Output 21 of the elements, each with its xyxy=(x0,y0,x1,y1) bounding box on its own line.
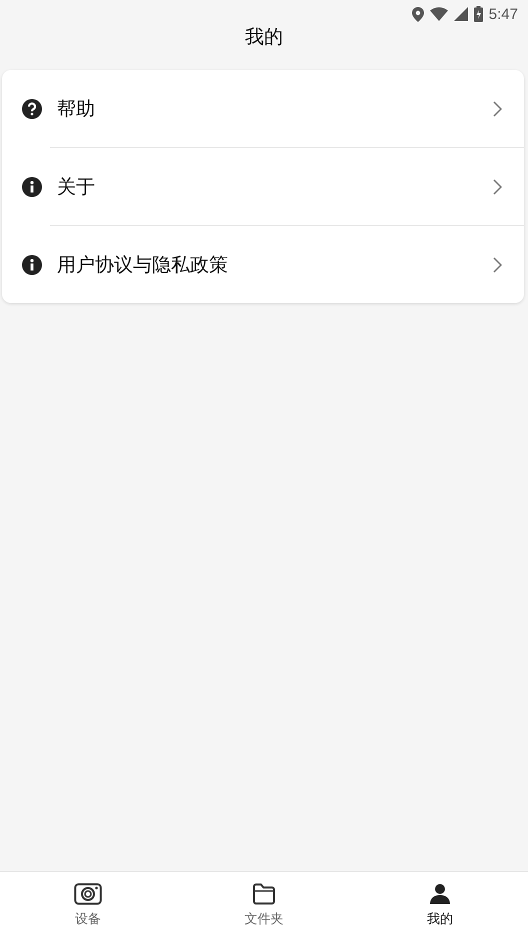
wifi-icon xyxy=(430,7,448,21)
help-icon xyxy=(22,98,42,118)
info-icon xyxy=(22,176,42,196)
location-icon xyxy=(412,6,424,22)
chevron-icon xyxy=(493,100,502,116)
tab[interactable]: 文件夹 xyxy=(176,872,352,938)
menu-item[interactable]: 帮助 xyxy=(2,70,524,147)
camera-icon xyxy=(74,882,102,904)
tab[interactable]: 我的 xyxy=(352,872,528,938)
tab[interactable]: 设备 xyxy=(0,872,176,938)
battery-icon xyxy=(474,6,483,22)
chevron-icon xyxy=(493,256,502,272)
folder-icon xyxy=(252,882,276,904)
signal-icon xyxy=(454,7,468,21)
menu-item[interactable]: 关于 xyxy=(2,147,524,225)
chevron-icon xyxy=(493,178,502,194)
menu-item[interactable]: 用户协议与隐私政策 xyxy=(2,225,524,303)
page-title: 我的 xyxy=(245,25,283,44)
person-icon xyxy=(429,882,451,904)
info-icon xyxy=(22,254,42,274)
status-time: 5:47 xyxy=(488,6,518,22)
